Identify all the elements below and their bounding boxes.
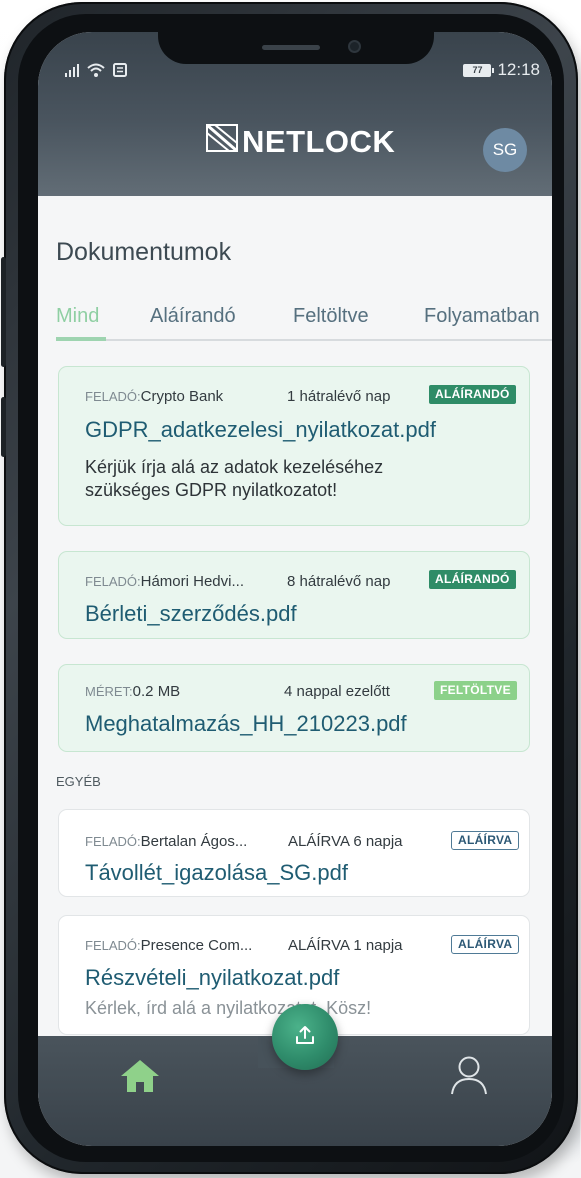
- status-time: 12:18: [497, 60, 540, 79]
- page-title: Dokumentumok: [56, 238, 232, 266]
- tab-mind[interactable]: Mind: [56, 305, 99, 328]
- sender-info: FELADÓ:Hámori Hedvi...: [85, 573, 244, 590]
- meta-label: FELADÓ:: [85, 389, 141, 404]
- app-screen: 77 12:18 NETLOCK SG Dokumentumok Mind Al…: [38, 32, 552, 1146]
- phone-notch: [158, 32, 434, 64]
- file-name: GDPR_adatkezelesi_nyilatkozat.pdf: [85, 417, 436, 442]
- file-name: Bérleti_szerződés.pdf: [85, 601, 297, 626]
- battery-icon: 77: [463, 63, 495, 77]
- sender-info: FELADÓ:Presence Com...: [85, 937, 252, 954]
- user-avatar[interactable]: SG: [483, 128, 527, 172]
- document-card[interactable]: FELADÓ:Hámori Hedvi... 8 hátralévő nap A…: [58, 551, 530, 639]
- status-badge: ALÁÍRANDÓ: [429, 570, 516, 589]
- file-name: Meghatalmazás_HH_210223.pdf: [85, 711, 407, 736]
- tab-bar: Mind Aláírandó Feltöltve Folyamatban: [56, 302, 552, 344]
- deadline-info: 1 hátralévő nap: [287, 388, 391, 405]
- home-icon: [119, 1058, 161, 1099]
- document-card[interactable]: FELADÓ:Crypto Bank 1 hátralévő nap ALÁÍR…: [58, 366, 530, 526]
- section-label: EGYÉB: [56, 774, 101, 789]
- sender-info: FELADÓ:Crypto Bank: [85, 388, 223, 405]
- description-line: Kérjük írja alá az adatok kezeléséhez: [85, 457, 384, 477]
- volume-button: [1, 257, 6, 367]
- app-header: 77 12:18 NETLOCK SG: [38, 32, 552, 196]
- signal-icon: [64, 63, 80, 82]
- tab-alairando[interactable]: Aláírandó: [150, 305, 236, 328]
- sender-info: FELADÓ:Bertalan Ágos...: [85, 833, 247, 850]
- status-badge: FELTÖLTVE: [434, 681, 517, 700]
- status-badge: ALÁÍRVA: [451, 831, 520, 850]
- tab-active-indicator: [56, 337, 106, 341]
- date-info: 4 nappal ezelőtt: [284, 683, 390, 700]
- meta-value: 0.2 MB: [132, 683, 181, 700]
- logo-mark-icon: [206, 123, 238, 160]
- tab-folyamatban[interactable]: Folyamatban: [424, 305, 540, 328]
- upload-icon: [294, 1024, 316, 1051]
- speaker-grille: [262, 45, 320, 50]
- signed-info: ALÁÍRVA 1 napja: [288, 937, 403, 954]
- status-icons-right: 77 12:18: [463, 60, 540, 80]
- description-line: szükséges GDPR nyilatkozatot!: [85, 480, 338, 500]
- home-nav-button[interactable]: [118, 1056, 162, 1100]
- size-info: MÉRET:0.2 MB: [85, 683, 180, 700]
- meta-value: Bertalan Ágos...: [140, 833, 248, 850]
- meta-label: FELADÓ:: [85, 834, 141, 849]
- document-card[interactable]: MÉRET:0.2 MB 4 nappal ezelőtt FELTÖLTVE …: [58, 664, 530, 752]
- profile-nav-button[interactable]: [446, 1054, 492, 1100]
- user-icon: [449, 1054, 489, 1101]
- file-name: Részvételi_nyilatkozat.pdf: [85, 965, 340, 990]
- file-name: Távollét_igazolása_SG.pdf: [85, 860, 348, 885]
- netlock-logo: NETLOCK: [206, 123, 396, 160]
- status-badge: ALÁÍRANDÓ: [429, 385, 516, 404]
- front-camera: [348, 40, 361, 53]
- wifi-icon: [86, 62, 106, 83]
- meta-value: Presence Com...: [140, 937, 253, 954]
- tab-feltoltve[interactable]: Feltöltve: [293, 305, 369, 328]
- status-icons-left: [64, 62, 128, 83]
- meta-value: Hámori Hedvi...: [140, 573, 244, 590]
- meta-label: FELADÓ:: [85, 938, 141, 953]
- meta-value: Crypto Bank: [140, 388, 224, 405]
- notification-icon: [112, 62, 128, 83]
- upload-button[interactable]: [272, 1004, 338, 1070]
- phone-frame: 77 12:18 NETLOCK SG Dokumentumok Mind Al…: [1, 2, 578, 1174]
- document-card[interactable]: FELADÓ:Bertalan Ágos... ALÁÍRVA 6 napja …: [58, 809, 530, 897]
- logo-text: NETLOCK: [242, 124, 396, 159]
- meta-label: MÉRET:: [85, 684, 133, 699]
- meta-label: FELADÓ:: [85, 574, 141, 589]
- tab-track: [56, 339, 552, 341]
- status-badge: ALÁÍRVA: [451, 935, 520, 954]
- signed-info: ALÁÍRVA 6 napja: [288, 833, 403, 850]
- power-button: [1, 397, 6, 457]
- deadline-info: 8 hátralévő nap: [287, 573, 391, 590]
